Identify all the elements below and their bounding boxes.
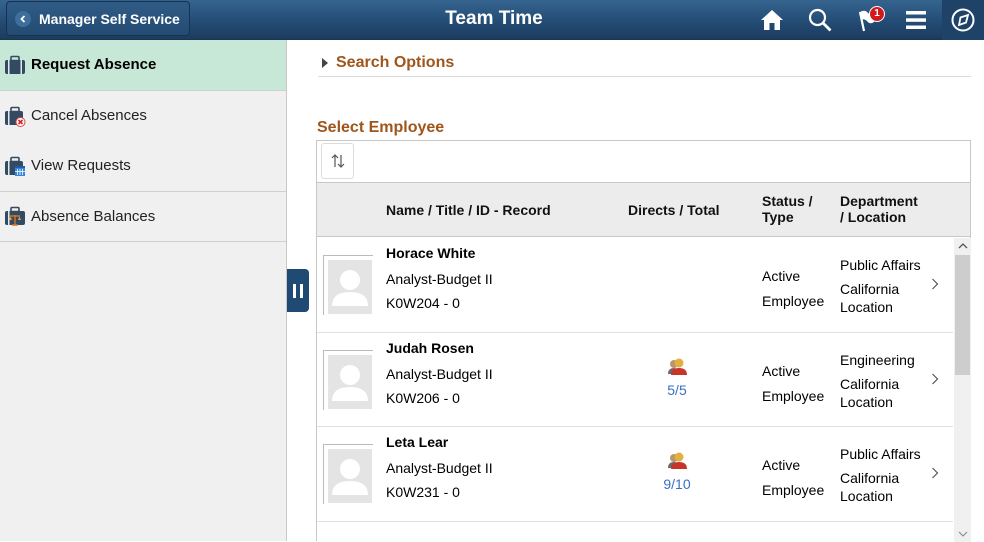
location-line2: Location [840, 488, 893, 504]
scroll-down-arrow-icon[interactable] [954, 526, 971, 542]
notification-badge: 1 [869, 6, 885, 22]
sidebar-item-label: View Requests [31, 157, 131, 175]
select-employee-heading: Select Employee [317, 119, 445, 136]
column-header-status[interactable]: Status / Type [762, 193, 813, 225]
location-line1: California [840, 375, 900, 392]
person-silhouette-icon [332, 364, 368, 401]
column-header-name[interactable]: Name / Title / ID - Record [386, 202, 551, 218]
grid-toolbar [317, 141, 970, 183]
person-silhouette-icon [332, 459, 368, 495]
main-content: Search Options Select Employee Name / Ti… [288, 40, 984, 542]
briefcase-icon [4, 54, 26, 76]
table-row[interactable]: Judah Rosen Analyst-Budget II K0W206 - 0… [317, 332, 953, 427]
grid-header: Name / Title / ID - Record Directs / Tot… [317, 183, 970, 237]
sidebar-item-view-requests[interactable]: View Requests [0, 141, 286, 192]
grid-scrollbar[interactable] [954, 238, 971, 542]
search-icon[interactable] [804, 4, 836, 36]
person-silhouette-icon [332, 270, 368, 306]
type-value: Employee [762, 293, 825, 309]
column-header-department[interactable]: Department / Location [840, 193, 918, 225]
employee-photo [323, 255, 373, 315]
employee-grid: Name / Title / ID - Record Directs / Tot… [316, 140, 971, 542]
grid-rows: Horace White Analyst-Budget II K0W204 - … [317, 238, 953, 542]
location-line2: Location [840, 299, 893, 315]
search-options-toggle[interactable]: Search Options [318, 54, 971, 77]
status-value: Active [762, 268, 801, 284]
employee-name: Leta Lear [386, 434, 449, 450]
chevron-left-icon [15, 10, 31, 27]
briefcase-calendar-icon [4, 155, 26, 177]
collapse-sidebar-handle[interactable] [287, 269, 309, 312]
employee-name: Horace White [386, 245, 476, 261]
sidebar: Request Absence Cancel Absences View Req… [0, 40, 287, 541]
sidebar-item-label: Absence Balances [31, 207, 156, 225]
directs-link[interactable]: 9/10 [647, 451, 707, 492]
scroll-up-arrow-icon[interactable] [954, 238, 971, 254]
team-members-icon [668, 452, 687, 469]
directs-count: 5/5 [667, 381, 687, 398]
table-row[interactable]: Horace White Analyst-Budget II K0W204 - … [317, 238, 953, 333]
status-value: Active [762, 362, 801, 379]
briefcase-cancel-icon [4, 105, 26, 127]
chevron-right-icon [932, 467, 939, 479]
briefcase-scale-icon [4, 205, 26, 227]
navbar-compass-icon[interactable] [942, 0, 984, 40]
team-members-icon [668, 358, 687, 375]
search-options-label: Search Options [336, 54, 455, 71]
employee-department: Engineering California Location [840, 351, 915, 411]
employee-title: Analyst-Budget II [386, 271, 493, 287]
employee-photo [323, 444, 373, 504]
table-row[interactable]: Leta Lear Analyst-Budget II K0W231 - 0 9… [317, 427, 953, 522]
sort-arrows-icon [331, 154, 344, 168]
employee-name: Judah Rosen [386, 339, 474, 356]
department-value: Engineering [840, 351, 915, 368]
employee-status: Active Employee [762, 453, 824, 503]
chevron-right-icon [932, 373, 939, 384]
sidebar-item-request-absence[interactable]: Request Absence [0, 40, 286, 91]
employee-status: Active Employee [762, 264, 824, 314]
scrollbar-thumb[interactable] [955, 255, 970, 375]
app-header: Manager Self Service Team Time 1 [0, 0, 984, 40]
back-button[interactable]: Manager Self Service [6, 1, 190, 36]
employee-department: Public Affairs California Location [840, 445, 921, 505]
employee-photo [323, 349, 373, 410]
status-value: Active [762, 457, 801, 473]
pause-bar [293, 283, 296, 298]
directs-link[interactable]: 5/5 [647, 357, 707, 398]
sidebar-item-cancel-absences[interactable]: Cancel Absences [0, 91, 286, 142]
employee-status: Active Employee [762, 359, 824, 409]
column-header-dept-line2: / Location [840, 209, 907, 225]
home-icon[interactable] [756, 4, 788, 36]
employee-department: Public Affairs California Location [840, 256, 921, 316]
sidebar-item-label: Cancel Absences [31, 107, 147, 125]
directs-count: 9/10 [663, 476, 691, 492]
department-value: Public Affairs [840, 257, 921, 273]
employee-title: Analyst-Budget II [386, 365, 493, 382]
employee-id: K0W206 - 0 [386, 389, 460, 406]
department-value: Public Affairs [840, 446, 921, 462]
sidebar-item-absence-balances[interactable]: Absence Balances [0, 192, 286, 242]
back-button-label: Manager Self Service [39, 10, 180, 27]
location-line2: Location [840, 393, 893, 410]
location-line1: California [840, 470, 900, 486]
type-value: Employee [762, 482, 825, 498]
type-value: Employee [762, 387, 825, 404]
employee-title: Analyst-Budget II [386, 460, 493, 476]
sidebar-item-label: Request Absence [31, 56, 157, 74]
chevron-right-icon [932, 278, 939, 290]
pause-bar [300, 283, 303, 298]
column-header-dept-line1: Department [840, 193, 918, 209]
column-header-status-line2: Type [762, 209, 794, 225]
column-header-directs[interactable]: Directs / Total [628, 202, 720, 218]
column-header-status-line1: Status / [762, 193, 813, 209]
location-line1: California [840, 281, 900, 297]
menu-icon[interactable] [900, 4, 932, 36]
triangle-right-icon [322, 58, 328, 68]
sort-button[interactable] [321, 143, 354, 179]
employee-id: K0W231 - 0 [386, 484, 460, 500]
employee-id: K0W204 - 0 [386, 295, 460, 311]
page-title: Team Time [445, 8, 543, 29]
